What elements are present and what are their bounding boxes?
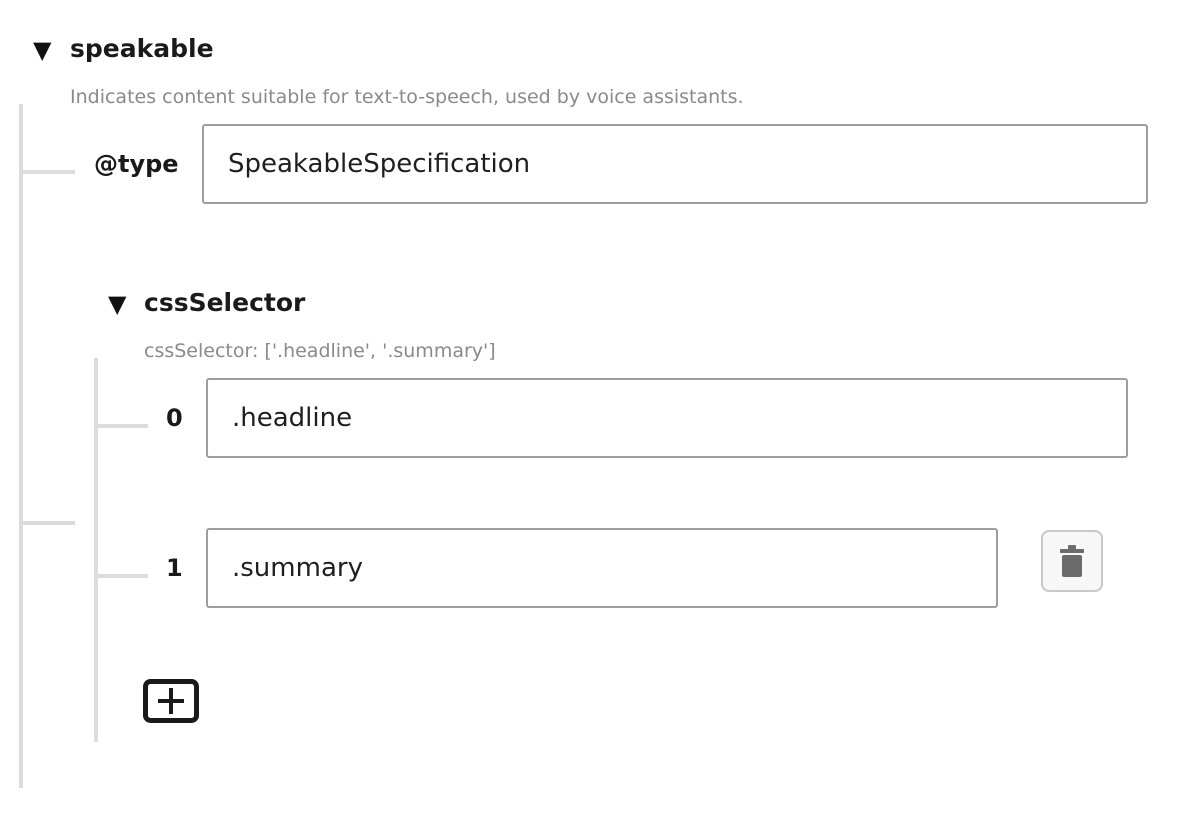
speakable-title: speakable [70, 34, 214, 63]
css-selector-collapse-toggle[interactable]: ▼ [108, 292, 126, 316]
css-selector-description: cssSelector: ['.headline', '.summary'] [144, 340, 496, 362]
type-label: @type [94, 150, 179, 178]
type-input[interactable] [202, 124, 1148, 204]
speakable-description: Indicates content suitable for text-to-s… [70, 86, 744, 108]
tree-branch-css-selector [23, 521, 75, 525]
trash-icon [1060, 545, 1084, 577]
tree-branch-item-1 [98, 574, 148, 578]
tree-line-speakable [19, 104, 23, 788]
css-selector-input-0[interactable] [206, 378, 1128, 458]
plus-square-icon [143, 679, 199, 723]
css-selector-input-1[interactable] [206, 528, 998, 608]
tree-branch-item-0 [98, 424, 148, 428]
delete-item-button[interactable] [1041, 530, 1103, 592]
item-index-1: 1 [166, 554, 183, 582]
css-selector-title: cssSelector [144, 288, 306, 317]
schema-editor: ▼ speakable Indicates content suitable f… [0, 0, 1190, 836]
speakable-collapse-toggle[interactable]: ▼ [33, 38, 51, 62]
tree-line-css-selector [94, 358, 98, 742]
add-item-button[interactable] [143, 679, 199, 727]
item-index-0: 0 [166, 404, 183, 432]
tree-branch-type [23, 170, 75, 174]
